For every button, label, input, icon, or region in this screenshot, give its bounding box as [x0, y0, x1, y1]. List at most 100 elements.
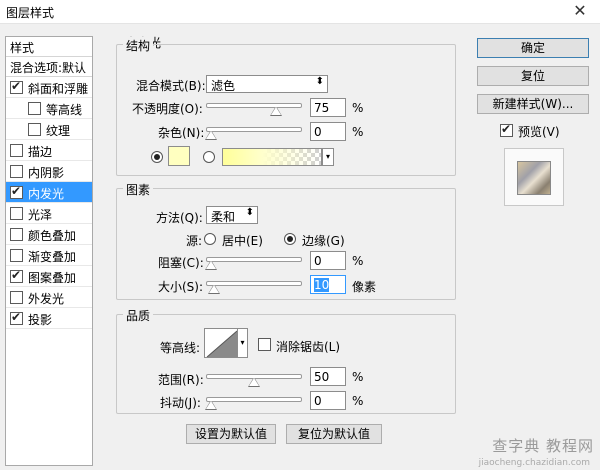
jitter-slider-thumb[interactable] — [205, 400, 217, 410]
opacity-slider-thumb[interactable] — [269, 106, 282, 116]
contour-dropdown-icon[interactable]: ▾ — [238, 328, 248, 358]
range-slider-thumb[interactable] — [248, 377, 260, 387]
style-item-checkbox[interactable] — [10, 268, 23, 283]
range-label: 范围(R): — [158, 373, 204, 387]
reset-default-button[interactable]: 复位为默认值 — [286, 424, 382, 444]
style-item-label: 投影 — [28, 313, 53, 327]
style-item-checkbox[interactable] — [10, 228, 23, 241]
style-item[interactable]: 内发光 — [6, 182, 92, 203]
title-bar: 图层样式 ✕ — [0, 0, 600, 24]
style-item-label: 等高线 — [46, 103, 83, 117]
style-list: 样式 混合选项:默认 斜面和浮雕等高线纹理描边内阴影内发光光泽颜色叠加渐变叠加图… — [5, 36, 93, 466]
source-label: 源: — [186, 234, 203, 248]
contour-picker[interactable] — [204, 328, 238, 358]
source-center-label: 居中(E) — [222, 234, 263, 248]
size-input-value: 10 — [314, 278, 330, 292]
watermark-url: jiaocheng.chazidian.com — [478, 458, 590, 468]
style-item-label: 颜色叠加 — [28, 229, 77, 243]
jitter-label: 抖动(J): — [160, 396, 201, 410]
style-item[interactable]: 描边 — [6, 140, 92, 161]
quality-title: 品质 — [123, 307, 154, 324]
antialias-checkbox[interactable] — [258, 338, 271, 351]
source-edge-radio[interactable] — [284, 233, 296, 245]
style-item-checkbox[interactable] — [10, 249, 23, 262]
opacity-input[interactable]: 75 — [310, 98, 346, 117]
style-item-label: 斜面和浮雕 — [28, 82, 89, 96]
antialias-label: 消除锯齿(L) — [276, 340, 341, 354]
gradient-radio[interactable] — [203, 151, 215, 163]
style-item-label: 外发光 — [28, 292, 65, 306]
jitter-slider-track[interactable] — [206, 397, 302, 402]
jitter-input[interactable]: 0 — [310, 391, 346, 410]
choke-label: 阻塞(C): — [158, 256, 204, 270]
blend-mode-select[interactable]: 滤色 ⬍ — [206, 75, 328, 93]
close-icon[interactable]: ✕ — [570, 1, 590, 20]
style-item-checkbox[interactable] — [28, 123, 41, 136]
source-edge-label: 边缘(G) — [302, 234, 345, 248]
style-item[interactable]: 外发光 — [6, 287, 92, 308]
style-item-checkbox[interactable] — [10, 291, 23, 304]
style-item-checkbox[interactable] — [10, 184, 23, 199]
noise-label: 杂色(N): — [158, 126, 205, 140]
choke-slider-track[interactable] — [206, 257, 302, 262]
style-item-label: 图案叠加 — [28, 271, 77, 285]
style-item[interactable]: 等高线 — [6, 98, 92, 119]
size-input[interactable]: 10 — [310, 275, 346, 294]
style-item-checkbox[interactable] — [10, 207, 23, 220]
style-item[interactable]: 纹理 — [6, 119, 92, 140]
style-item[interactable]: 渐变叠加 — [6, 245, 92, 266]
opacity-unit: % — [352, 101, 364, 115]
style-item[interactable]: 光泽 — [6, 203, 92, 224]
noise-unit: % — [352, 125, 364, 139]
gradient-dropdown-icon[interactable]: ▾ — [322, 148, 334, 166]
choke-input[interactable]: 0 — [310, 251, 346, 270]
noise-input[interactable]: 0 — [310, 122, 346, 141]
style-item-label: 渐变叠加 — [28, 250, 77, 264]
opacity-slider-track[interactable] — [206, 103, 302, 108]
preview-label: 预览(V) — [518, 125, 560, 139]
preview-checkbox[interactable] — [500, 122, 513, 137]
ok-button[interactable]: 确定 — [477, 38, 589, 58]
technique-select[interactable]: 柔和 ⬍ — [206, 206, 258, 224]
noise-slider-track[interactable] — [206, 127, 302, 132]
window-title: 图层样式 — [6, 6, 55, 20]
style-item[interactable]: 斜面和浮雕 — [6, 77, 92, 98]
style-item[interactable]: 内阴影 — [6, 161, 92, 182]
updown-arrow-icon: ⬍ — [315, 76, 324, 87]
technique-label: 方法(Q): — [156, 211, 203, 225]
glow-color-swatch[interactable] — [168, 146, 190, 166]
range-input[interactable]: 50 — [310, 367, 346, 386]
make-default-button[interactable]: 设置为默认值 — [186, 424, 276, 444]
new-style-button[interactable]: 新建样式(W)... — [477, 94, 589, 114]
style-list-header[interactable]: 样式 — [6, 37, 92, 57]
choke-unit: % — [352, 254, 364, 268]
size-slider-track[interactable] — [206, 281, 302, 286]
reset-button[interactable]: 复位 — [477, 66, 589, 86]
gradient-picker[interactable] — [222, 148, 322, 166]
style-item-label: 内阴影 — [28, 166, 65, 180]
structure-title: 结构 — [123, 37, 154, 54]
size-label: 大小(S): — [158, 280, 204, 294]
choke-slider-thumb[interactable] — [205, 260, 217, 270]
size-slider-thumb[interactable] — [208, 284, 221, 294]
blend-options-item[interactable]: 混合选项:默认 — [6, 57, 92, 77]
size-unit: 像素 — [352, 280, 377, 294]
solid-color-radio[interactable] — [151, 151, 163, 163]
source-center-radio[interactable] — [204, 233, 216, 245]
style-item-checkbox[interactable] — [28, 102, 41, 115]
preview-thumbnail — [504, 148, 564, 206]
style-item[interactable]: 投影 — [6, 308, 92, 329]
style-item-checkbox[interactable] — [10, 165, 23, 178]
style-item-checkbox[interactable] — [10, 79, 23, 94]
blend-mode-label: 混合模式(B): — [136, 79, 206, 93]
updown-arrow-icon: ⬍ — [245, 207, 254, 218]
style-item[interactable]: 图案叠加 — [6, 266, 92, 287]
style-item-label: 纹理 — [46, 124, 71, 138]
elements-title: 图素 — [123, 181, 154, 198]
style-item-checkbox[interactable] — [10, 310, 23, 325]
noise-slider-thumb[interactable] — [205, 130, 217, 140]
style-item-checkbox[interactable] — [10, 144, 23, 157]
style-item[interactable]: 颜色叠加 — [6, 224, 92, 245]
contour-label: 等高线: — [160, 341, 201, 355]
jitter-unit: % — [352, 394, 364, 408]
